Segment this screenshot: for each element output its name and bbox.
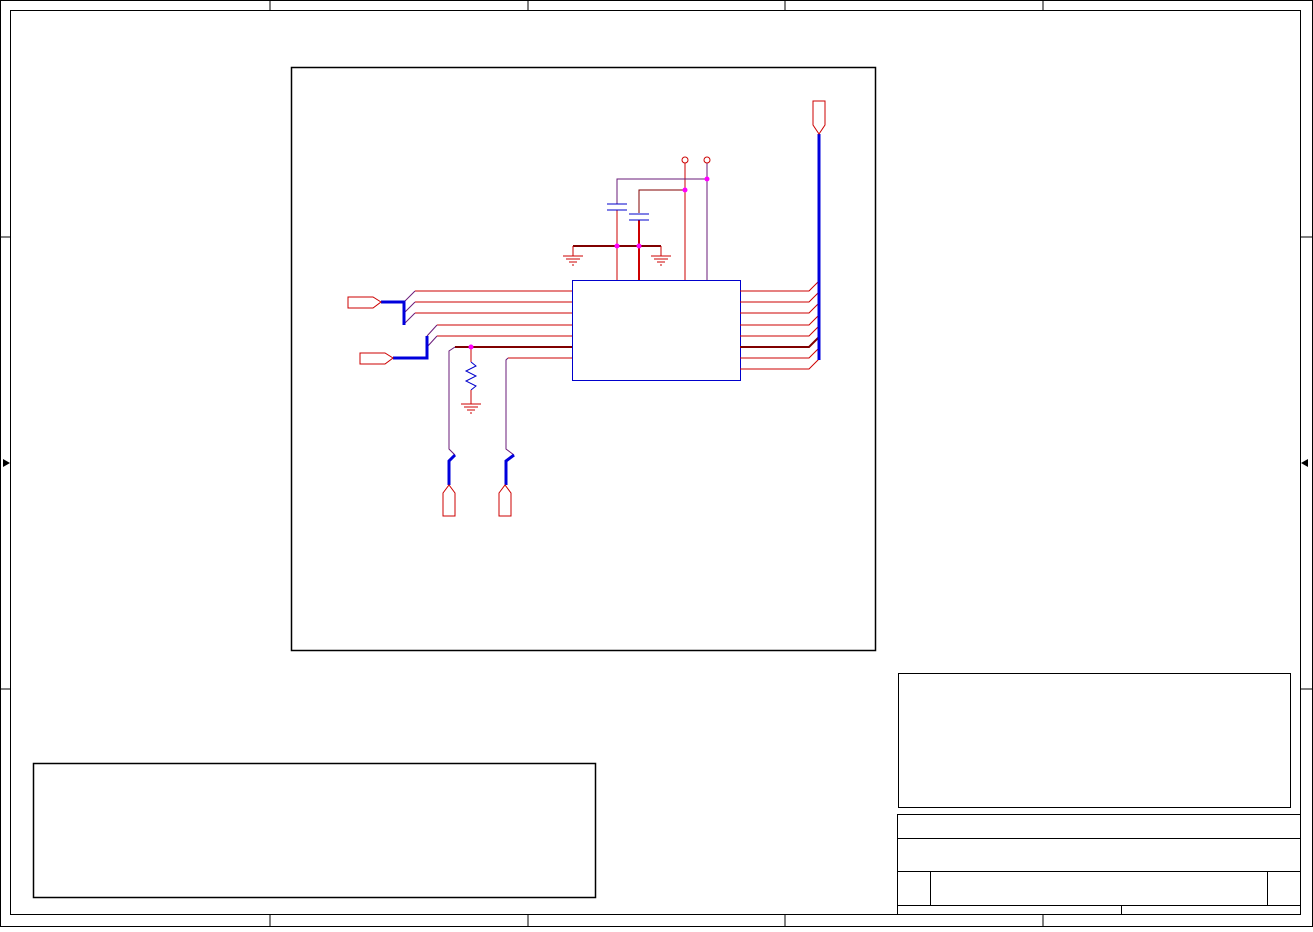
power-rail-b[interactable] — [703, 156, 711, 164]
capacitor-c1[interactable] — [607, 203, 627, 211]
bus-left-upper — [381, 300, 406, 325]
ic-left-pin-wires — [403, 290, 572, 359]
schematic-sheet — [0, 0, 1313, 927]
junction-dot — [682, 187, 688, 193]
port-top-right[interactable] — [812, 100, 826, 135]
ground-icon — [461, 403, 481, 414]
bus-left-lower — [393, 336, 429, 360]
ground-icon — [651, 255, 671, 266]
junction-dot — [614, 243, 620, 249]
junction-dot — [704, 176, 710, 182]
resistor-pulldown[interactable] — [464, 347, 478, 404]
notes-box-left — [32, 762, 597, 899]
power-wiring — [572, 163, 708, 280]
capacitor-c2[interactable] — [629, 213, 649, 221]
port-bottom-right[interactable] — [498, 484, 512, 517]
junction-dot — [468, 344, 474, 350]
junction-dot — [636, 243, 642, 249]
power-rail-a[interactable] — [681, 156, 689, 164]
center-arrow-right-icon — [1301, 459, 1308, 467]
title-block — [897, 814, 1301, 915]
port-bottom-left[interactable] — [442, 484, 456, 517]
ic-right-pin-wires — [740, 280, 820, 370]
drawing-frame — [0, 0, 1313, 927]
ic-u1[interactable] — [572, 280, 741, 381]
notes-box-right — [898, 673, 1291, 808]
schematic-canvas — [0, 0, 1313, 927]
bottom-port-wires — [447, 346, 515, 485]
center-arrow-left-icon — [3, 459, 10, 467]
port-left-bottom[interactable] — [359, 352, 394, 365]
port-left-top[interactable] — [347, 296, 382, 309]
ground-icon — [563, 255, 583, 266]
